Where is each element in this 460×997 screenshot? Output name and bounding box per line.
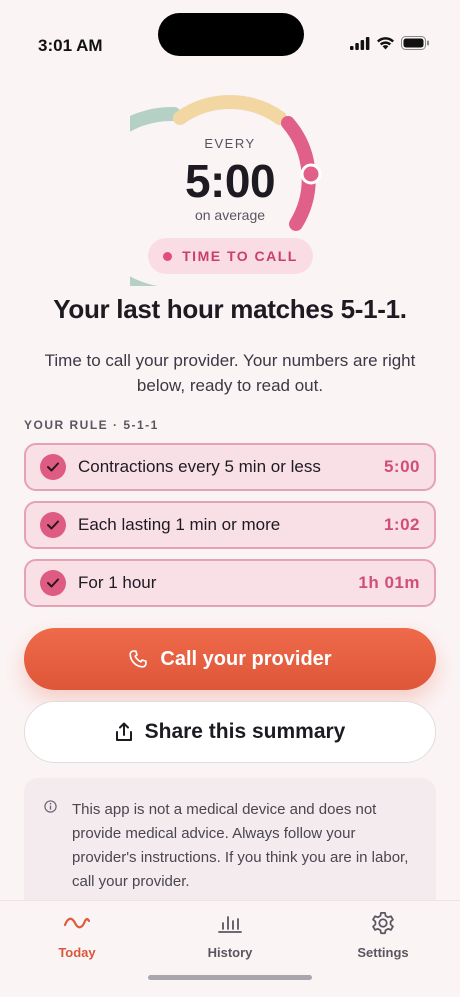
share-icon xyxy=(115,722,132,741)
call-button-label: Call your provider xyxy=(160,647,332,670)
dynamic-island xyxy=(158,13,304,56)
battery-icon xyxy=(401,36,429,50)
status-bar: 3:01 AM xyxy=(0,0,460,80)
disclaimer-text: This app is not a medical device and doe… xyxy=(72,801,409,890)
status-icons xyxy=(350,36,430,50)
rule-item-duration: Each lasting 1 min or more 1:02 xyxy=(24,501,436,549)
phone-icon xyxy=(129,650,148,668)
status-dot-icon xyxy=(163,251,173,261)
gauge-sub-label: on average xyxy=(194,207,266,223)
home-indicator xyxy=(148,975,312,980)
call-provider-button[interactable]: Call your provider xyxy=(24,628,436,690)
time-to-call-badge: TIME TO CALL xyxy=(148,238,313,274)
check-icon xyxy=(40,512,66,538)
disclaimer-card: This app is not a medical device and doe… xyxy=(24,778,436,918)
share-button-label: Share this summary xyxy=(144,720,346,743)
rule-item-value: 1h 01m xyxy=(358,573,420,592)
rule-item-text: Each lasting 1 min or more xyxy=(78,515,281,534)
tab-settings[interactable]: Settings xyxy=(323,909,443,960)
signal-icon xyxy=(350,36,370,50)
gear-icon xyxy=(372,911,394,935)
check-icon xyxy=(40,454,66,480)
wifi-icon xyxy=(377,37,394,50)
info-icon xyxy=(44,800,57,813)
rule-item-period: For 1 hour 1h 01m xyxy=(24,559,436,607)
gauge-value: 5:00 xyxy=(184,155,276,207)
tab-label-settings: Settings xyxy=(357,945,409,960)
rule-item-value: 5:00 xyxy=(383,457,420,476)
bar-chart-icon xyxy=(218,916,242,933)
wave-icon xyxy=(63,917,91,929)
tab-today[interactable]: Today xyxy=(17,909,137,960)
tab-bar: Today History Settings xyxy=(0,900,460,997)
share-summary-button[interactable]: Share this summary xyxy=(24,701,436,763)
tab-label-today: Today xyxy=(58,945,96,960)
badge-label: TIME TO CALL xyxy=(182,248,298,264)
headline: Your last hour matches 5-1-1. xyxy=(53,294,407,324)
subtext: Time to call your provider. Your numbers… xyxy=(44,351,416,395)
rule-item-text: For 1 hour xyxy=(78,573,157,592)
rule-item-frequency: Contractions every 5 min or less 5:00 xyxy=(24,443,436,491)
tab-label-history: History xyxy=(207,945,253,960)
status-time: 3:01 AM xyxy=(38,36,103,55)
rule-item-text: Contractions every 5 min or less xyxy=(78,457,321,476)
rule-item-value: 1:02 xyxy=(383,515,420,534)
tab-history[interactable]: History xyxy=(170,909,290,960)
gauge-every-label: EVERY xyxy=(204,136,256,151)
check-icon xyxy=(40,570,66,596)
rule-label: YOUR RULE · 5-1-1 xyxy=(24,418,159,432)
